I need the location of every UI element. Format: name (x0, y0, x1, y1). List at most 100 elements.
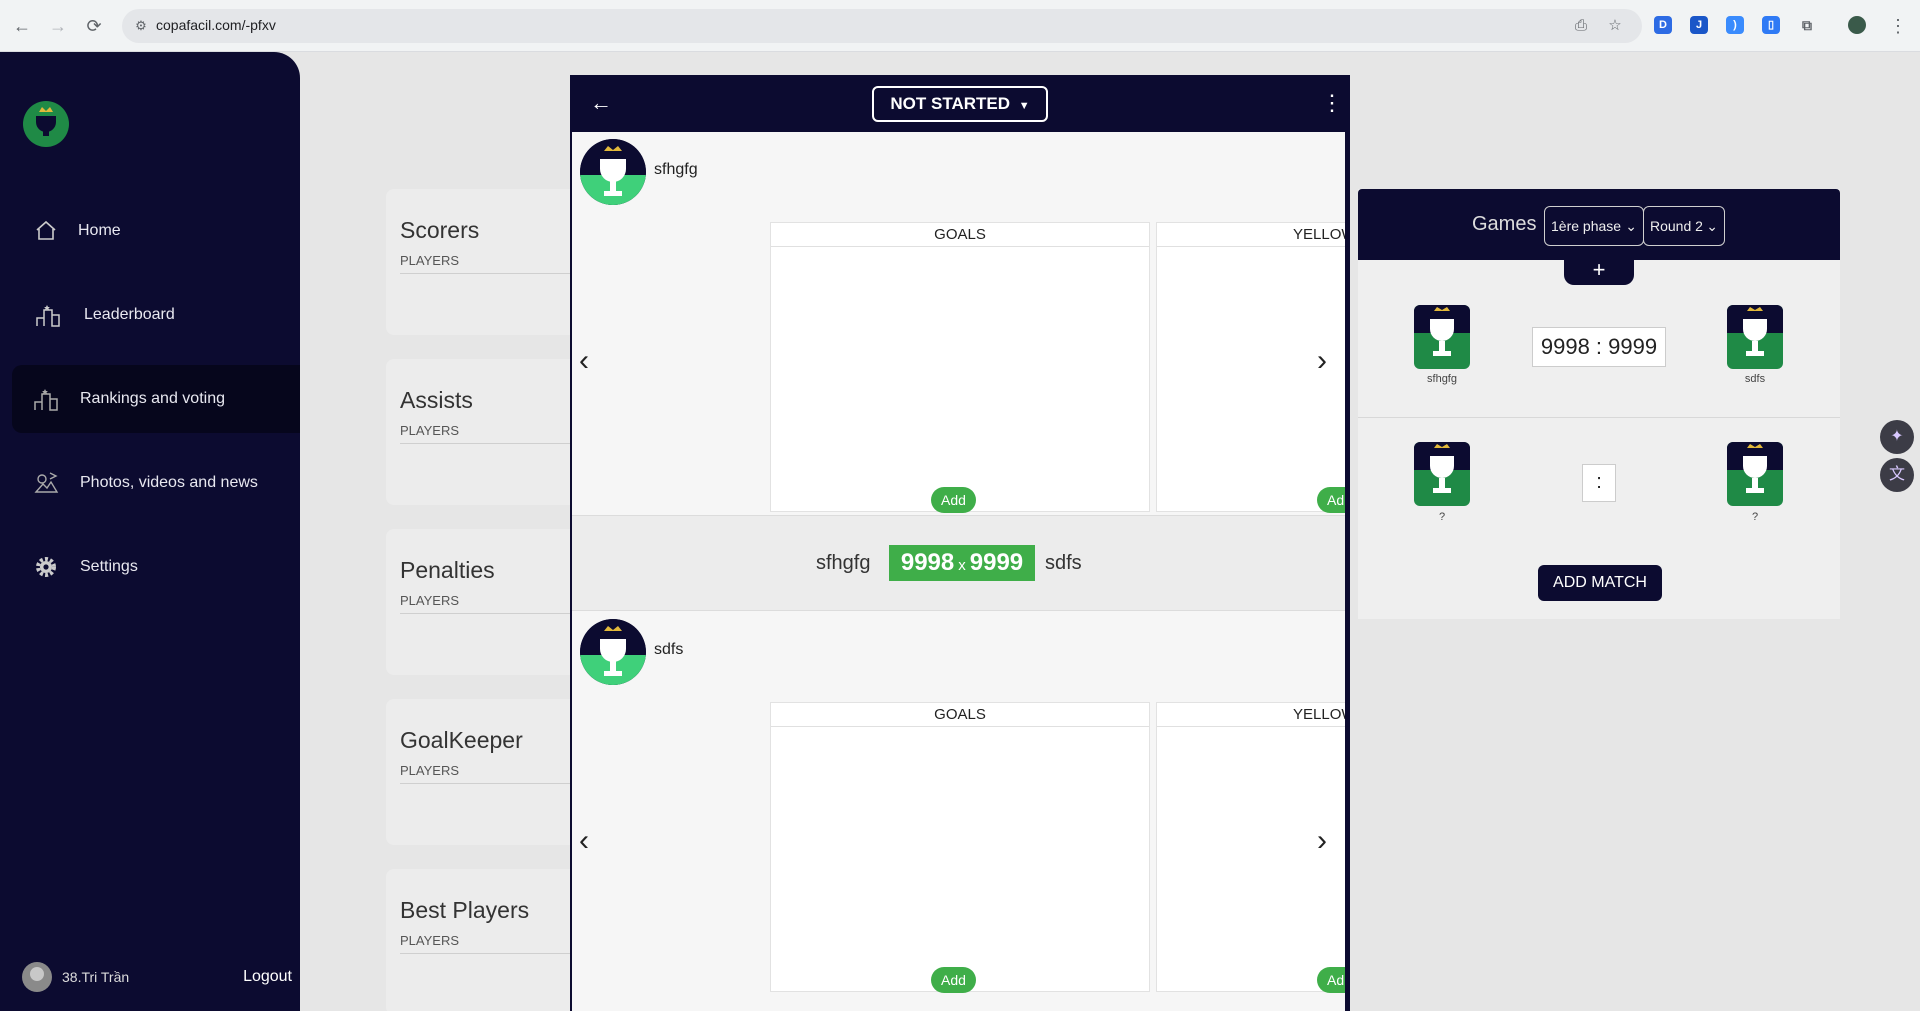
sidebar-item-settings[interactable]: Settings (12, 533, 300, 601)
column-header: YELLOW (1157, 703, 1345, 727)
home-team-section: sfhgfg ‹ GOALS Add YELLOW Ad › (572, 132, 1345, 515)
extension-doc-icon[interactable]: ▯ (1762, 16, 1780, 34)
stat-title: Penalties (400, 557, 495, 583)
team-logo (580, 619, 646, 685)
gallery-icon (32, 469, 60, 497)
match-status-label: NOT STARTED (890, 94, 1010, 113)
sidebar-item-label: Settings (80, 558, 138, 575)
score-display[interactable]: 9998 x 9999 (889, 545, 1035, 581)
podium-icon (32, 385, 60, 413)
stat-title: Scorers (400, 217, 480, 243)
chevron-down-icon: ⌄ (1706, 218, 1718, 234)
phase-select[interactable]: 1ère phase ⌄ (1544, 206, 1644, 246)
home-score: 9998 (900, 549, 955, 576)
round-select[interactable]: Round 2 ⌄ (1643, 206, 1725, 246)
sidebar-item-home[interactable]: Home (12, 197, 300, 265)
stat-card-goalkeeper[interactable]: GoalKeeper PLAYERS (386, 699, 586, 845)
stat-title: Assists (400, 387, 473, 413)
chevron-left-icon[interactable]: ‹ (572, 826, 596, 856)
stat-card-best-players[interactable]: Best Players PLAYERS (386, 869, 586, 1011)
forward-arrow-icon[interactable]: → (46, 14, 70, 38)
divider (400, 953, 570, 954)
sidebar: Home Leaderboard Rankings and voting Pho… (0, 52, 300, 1011)
address-bar[interactable]: ⚙ copafacil.com/-pfxv ⎙ ☆ (122, 9, 1642, 43)
more-options-icon[interactable]: ⋮ (1320, 91, 1344, 115)
add-yellow-button[interactable]: Ad (1317, 487, 1345, 513)
podium-icon (34, 301, 62, 329)
add-goal-button[interactable]: Add (931, 967, 976, 993)
app-logo[interactable] (22, 100, 70, 148)
profile-avatar[interactable] (1848, 16, 1866, 34)
extension-j-icon[interactable]: J (1690, 16, 1708, 34)
sidebar-item-leaderboard[interactable]: Leaderboard (12, 281, 300, 349)
score-bar: sfhgfg 9998 x 9999 sdfs (572, 515, 1345, 611)
column-header: GOALS (771, 703, 1149, 727)
team-badge-home[interactable] (1414, 442, 1470, 506)
back-arrow-icon[interactable]: ← (590, 91, 614, 115)
sidebar-item-label: Photos, videos and news (80, 474, 258, 491)
home-icon (32, 217, 60, 245)
stat-subtitle: PLAYERS (400, 253, 460, 268)
extensions-puzzle-icon[interactable]: ⧉ (1798, 16, 1816, 34)
divider (400, 443, 570, 444)
back-arrow-icon[interactable]: ← (10, 14, 34, 38)
stat-card-scorers[interactable]: Scorers PLAYERS (386, 189, 586, 335)
stat-card-assists[interactable]: Assists PLAYERS (386, 359, 586, 505)
stat-title: GoalKeeper (400, 727, 523, 753)
match-status-dropdown[interactable]: NOT STARTED ▼ (872, 86, 1048, 122)
column-header: YELLOW (1157, 223, 1345, 247)
games-panel: Games 1ère phase ⌄ Round 2 ⌄ + sfhgfg 99… (1358, 189, 1840, 619)
divider (400, 613, 570, 614)
sidebar-item-photos[interactable]: Photos, videos and news (12, 449, 300, 517)
ai-sparkle-icon[interactable]: ✦ (1880, 420, 1914, 454)
url-text: copafacil.com/-pfxv (156, 17, 276, 33)
score-separator: x (958, 557, 966, 574)
team-name: sfhgfg (654, 161, 698, 178)
sidebar-item-label: Leaderboard (84, 306, 175, 323)
user-profile: 38.Tri Trần Logout (22, 961, 292, 993)
chevron-right-icon[interactable]: › (1310, 346, 1334, 376)
reload-icon[interactable]: ⟳ (82, 14, 106, 38)
chevron-down-icon: ⌄ (1625, 218, 1637, 234)
team-name: sdfs (654, 641, 684, 658)
home-team-name: ? (1438, 511, 1446, 523)
match-score[interactable]: 9998 : 9999 (1532, 327, 1666, 367)
away-score: 9999 (969, 549, 1024, 576)
team-badge-away[interactable] (1727, 305, 1783, 369)
round-select-value: Round 2 (1650, 218, 1703, 234)
stat-subtitle: PLAYERS (400, 593, 460, 608)
bookmark-star-icon[interactable]: ☆ (1606, 17, 1624, 35)
add-match-button[interactable]: ADD MATCH (1538, 565, 1662, 601)
add-yellow-button[interactable]: Ad (1317, 967, 1345, 993)
site-settings-icon[interactable]: ⚙ (132, 17, 150, 35)
stat-card-penalties[interactable]: Penalties PLAYERS (386, 529, 586, 675)
team-badge-home[interactable] (1414, 305, 1470, 369)
team-badge-away[interactable] (1727, 442, 1783, 506)
home-team-name: sfhgfg (1427, 373, 1457, 385)
install-app-icon[interactable]: ⎙ (1572, 17, 1590, 35)
extension-d-icon[interactable]: D (1654, 16, 1672, 34)
goals-column: GOALS Add (770, 702, 1150, 993)
games-title: Games (1472, 213, 1537, 235)
chevron-left-icon[interactable]: ‹ (572, 346, 596, 376)
extension-wave-icon[interactable]: ) (1726, 16, 1744, 34)
away-team-section: sdfs ‹ GOALS Add YELLOW Ad › (572, 612, 1345, 995)
chevron-right-icon[interactable]: › (1310, 826, 1334, 856)
add-round-button[interactable]: + (1564, 257, 1634, 285)
add-goal-button[interactable]: Add (931, 487, 976, 513)
caret-down-icon: ▼ (1018, 100, 1030, 112)
divider (400, 273, 570, 274)
match-dialog: ← NOT STARTED ▼ ⋮ sfhgfg ‹ GOALS Add YEL… (570, 75, 1350, 1011)
match-score[interactable]: : (1582, 464, 1616, 502)
divider (1358, 417, 1840, 418)
home-team-name: sfhgfg (816, 552, 871, 574)
browser-menu-icon[interactable]: ⋮ (1886, 14, 1910, 38)
translate-icon[interactable]: 文 (1880, 458, 1914, 492)
sidebar-item-label: Rankings and voting (80, 390, 225, 407)
avatar[interactable] (22, 962, 52, 992)
away-team-name: ? (1751, 511, 1759, 523)
logout-button[interactable]: Logout (243, 968, 292, 986)
divider (400, 783, 570, 784)
sidebar-item-label: Home (78, 222, 121, 239)
sidebar-item-rankings[interactable]: Rankings and voting (12, 365, 300, 433)
